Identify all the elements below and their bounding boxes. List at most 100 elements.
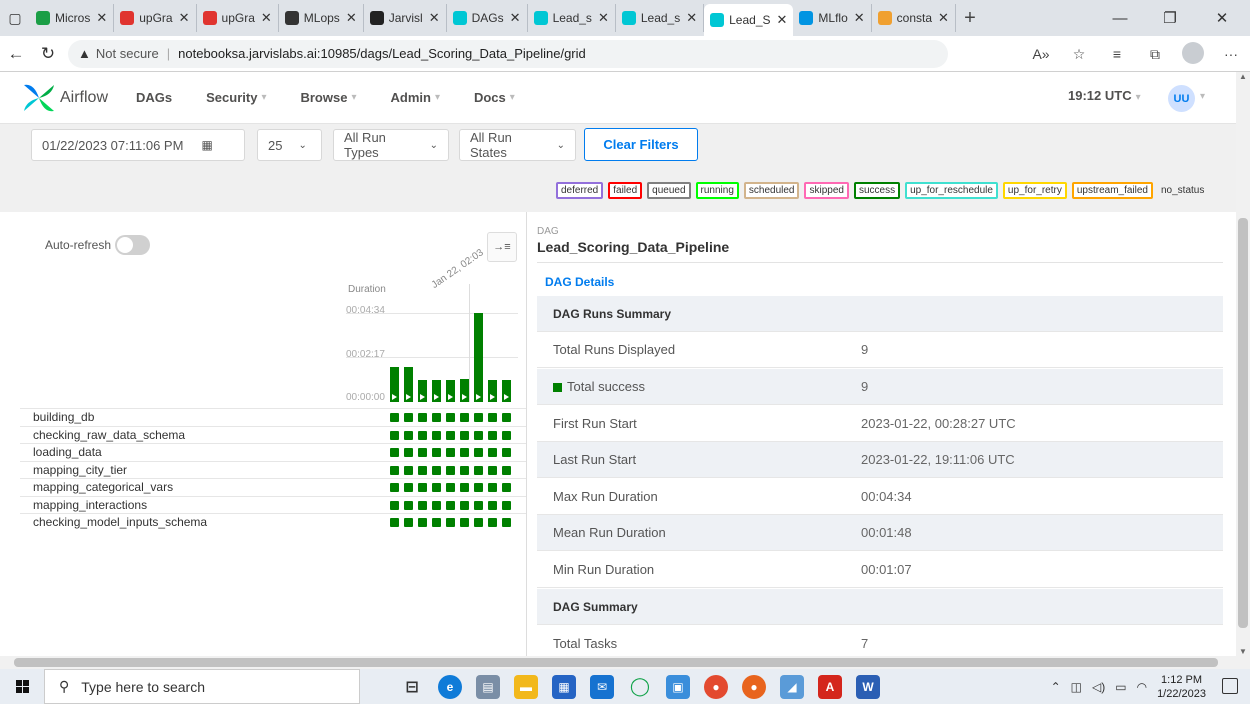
task-instance-cell[interactable] [474,483,483,492]
run-type-select[interactable]: All Run Types ⌄ [333,129,449,161]
task-instance-cell[interactable] [432,500,441,510]
menu-dags[interactable]: DAGs [136,90,172,105]
close-window-button[interactable]: ✕ [1202,0,1242,36]
close-tab-icon[interactable]: ✕ [346,10,357,26]
menu-admin[interactable]: Admin ▾ [390,90,439,105]
task-instance-cell[interactable] [446,413,455,422]
task-instance-cell[interactable] [432,413,441,422]
browser-tab[interactable]: consta ✕ [872,4,956,32]
task-instance-cell[interactable] [474,465,483,475]
task-instance-cell[interactable] [488,413,497,422]
battery-icon[interactable]: ▭ [1115,680,1126,694]
state-upstream-failed[interactable]: upstream_failed [1071,182,1153,199]
store-icon[interactable]: ▦ [552,674,576,699]
task-instance-cell[interactable] [404,483,413,492]
windows-start-icon[interactable] [0,669,44,704]
task-instance-cell[interactable] [418,465,427,475]
circle-app-icon[interactable]: ◯ [628,675,652,699]
task-instance-cell[interactable] [502,413,511,422]
task-instance-cell[interactable] [460,430,469,440]
profile-icon[interactable] [1174,41,1212,67]
task-instance-cell[interactable] [432,518,441,527]
menu-docs[interactable]: Docs ▾ [474,90,515,105]
task-instance-cell[interactable] [404,500,413,510]
browser-tab[interactable]: MLflo ✕ [793,4,872,32]
state-no-status[interactable]: no_status [1158,184,1207,197]
task-instance-cell[interactable] [390,448,399,457]
menu-browse[interactable]: Browse ▾ [300,90,356,105]
address-bar[interactable]: ▲ Not secure | notebooksa.jarvislabs.ai:… [68,39,948,68]
app-icon[interactable]: ▤ [476,674,500,699]
state-up-for-reschedule[interactable]: up_for_reschedule [905,182,998,199]
task-instance-cell[interactable] [418,413,427,422]
app-icon[interactable]: ◢ [780,674,804,699]
duration-bar[interactable] [474,313,483,402]
close-tab-icon[interactable]: ✕ [96,10,107,26]
tab-actions-icon[interactable]: ▢ [0,0,30,36]
state-running[interactable]: running [695,182,739,199]
task-instance-cell[interactable] [460,500,469,510]
browser-tab[interactable]: Lead_S ✕ [704,4,794,36]
duration-bar[interactable] [460,379,469,402]
task-instance-cell[interactable] [446,465,455,475]
browser-tab[interactable]: Lead_s ✕ [528,4,616,32]
task-instance-cell[interactable] [474,500,483,510]
task-instance-cell[interactable] [488,500,497,510]
task-instance-cell[interactable] [488,518,497,527]
duration-bar[interactable] [390,367,399,402]
clear-filters-button[interactable]: Clear Filters [584,128,698,161]
task-instance-cell[interactable] [474,430,483,440]
close-tab-icon[interactable]: ✕ [686,10,697,26]
task-instance-cell[interactable] [446,500,455,510]
scroll-up-icon[interactable]: ▲ [1239,72,1247,81]
task-instance-cell[interactable] [446,518,455,527]
task-instance-cell[interactable] [390,413,399,422]
task-row[interactable]: mapping_city_tier [20,460,526,478]
read-aloud-icon[interactable]: A» [1022,46,1060,62]
task-instance-cell[interactable] [446,448,455,457]
task-row[interactable]: checking_raw_data_schema [20,425,526,443]
duration-bar[interactable] [432,380,441,402]
edge-icon[interactable]: e [438,674,462,699]
duration-bar[interactable] [502,380,511,402]
state-scheduled[interactable]: scheduled [743,182,800,199]
more-menu-icon[interactable]: ··· [1212,46,1250,62]
task-instance-cell[interactable] [418,500,427,510]
close-tab-icon[interactable]: ✕ [429,10,440,26]
task-instance-cell[interactable] [502,448,511,457]
horizontal-scrollbar[interactable] [0,656,1250,669]
task-instance-cell[interactable] [474,413,483,422]
state-queued[interactable]: queued [647,182,691,199]
scroll-thumb[interactable] [1238,218,1248,628]
task-instance-cell[interactable] [418,483,427,492]
task-instance-cell[interactable] [488,465,497,475]
task-instance-cell[interactable] [404,465,413,475]
task-instance-cell[interactable] [502,518,511,527]
browser-tab[interactable]: Lead_s ✕ [616,4,705,32]
close-tab-icon[interactable]: ✕ [938,10,949,26]
task-instance-cell[interactable] [432,448,441,457]
task-instance-cell[interactable] [446,430,455,440]
state-up-for-retry[interactable]: up_for_retry [1002,182,1067,199]
task-instance-cell[interactable] [432,430,441,440]
task-instance-cell[interactable] [390,483,399,492]
task-instance-cell[interactable] [418,430,427,440]
word-icon[interactable]: W [856,674,880,699]
browser-tab[interactable]: Micros ✕ [30,4,115,32]
close-tab-icon[interactable]: ✕ [598,10,609,26]
notification-icon[interactable] [1222,678,1238,694]
volume-icon[interactable]: ◁) [1092,680,1105,694]
task-instance-cell[interactable] [502,483,511,492]
task-instance-cell[interactable] [446,483,455,492]
task-instance-cell[interactable] [460,483,469,492]
task-row[interactable]: loading_data [20,443,526,460]
close-tab-icon[interactable]: ✕ [854,10,865,26]
task-instance-cell[interactable] [404,430,413,440]
taskbar-search[interactable]: ⚲ Type here to search [44,669,360,704]
restore-button[interactable]: ❐ [1150,0,1190,36]
back-button[interactable]: ← [0,38,32,70]
file-explorer-icon[interactable]: ▬ [514,674,538,699]
task-row[interactable]: mapping_interactions [20,495,526,513]
duration-bar[interactable] [446,380,455,402]
task-instance-cell[interactable] [460,413,469,422]
